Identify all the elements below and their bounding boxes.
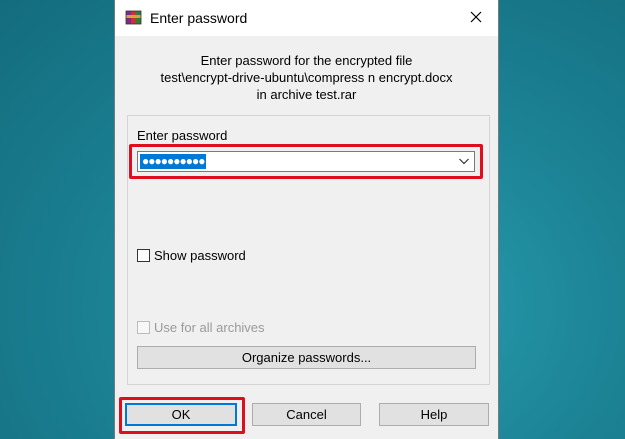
- password-input[interactable]: ●●●●●●●●●●: [137, 151, 475, 172]
- info-line: in archive test.rar: [256, 87, 357, 102]
- dialog-title: Enter password: [150, 10, 248, 26]
- close-icon: [470, 11, 482, 26]
- ok-button[interactable]: OK: [125, 403, 237, 426]
- password-dialog: Enter password Enter password for the en…: [114, 0, 499, 439]
- close-button[interactable]: [454, 0, 498, 36]
- show-password-label[interactable]: Show password: [154, 248, 246, 263]
- use-for-all-checkbox: [137, 321, 150, 334]
- use-for-all-checkbox-row: Use for all archives: [137, 320, 265, 335]
- title-bar: Enter password: [115, 0, 498, 36]
- winrar-icon: [125, 9, 142, 26]
- organize-passwords-button[interactable]: Organize passwords...: [137, 346, 476, 369]
- password-value: ●●●●●●●●●●: [140, 154, 207, 169]
- help-button[interactable]: Help: [379, 403, 489, 426]
- show-password-checkbox-row[interactable]: Show password: [137, 248, 246, 263]
- chevron-down-icon[interactable]: [458, 155, 470, 167]
- show-password-checkbox[interactable]: [137, 249, 150, 262]
- use-for-all-label: Use for all archives: [154, 320, 265, 335]
- cancel-button[interactable]: Cancel: [252, 403, 361, 426]
- password-label: Enter password: [137, 128, 228, 143]
- info-line: test\encrypt-drive-ubuntu\compress n enc…: [160, 70, 453, 85]
- file-info: Enter password for the encrypted file te…: [115, 52, 498, 103]
- info-line: Enter password for the encrypted file: [200, 53, 413, 68]
